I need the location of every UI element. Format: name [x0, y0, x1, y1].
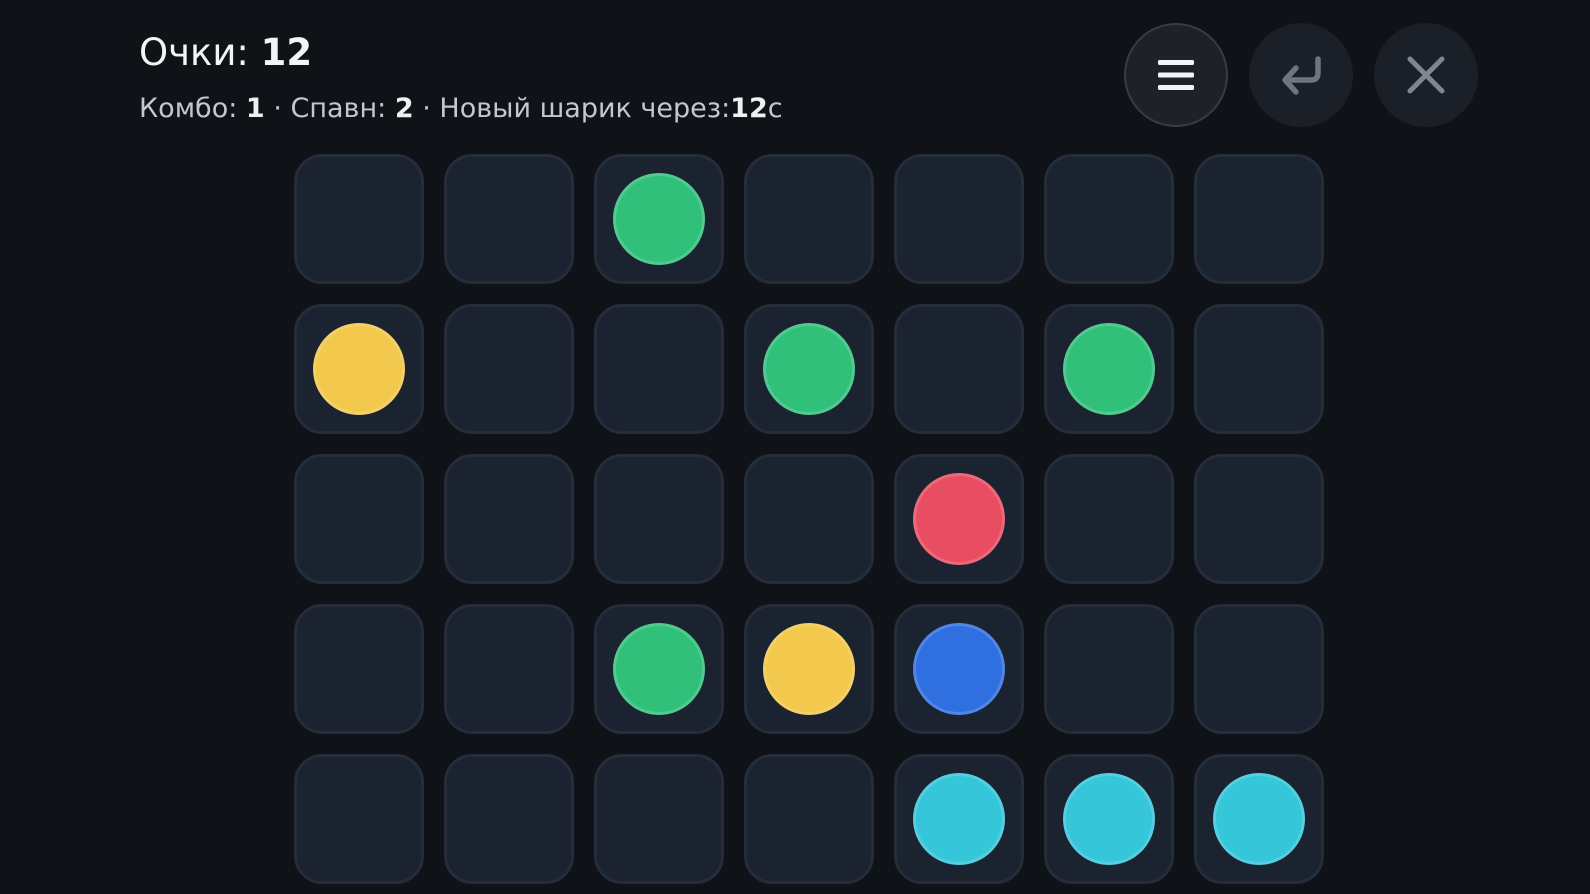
board-cell-r1-c1[interactable]: [294, 154, 424, 284]
board-cell-r1-c3[interactable]: [594, 154, 724, 284]
board-cell-r5-c5[interactable]: [894, 754, 1024, 884]
green-ball[interactable]: [763, 323, 855, 415]
board-cell-r3-c7[interactable]: [1194, 454, 1324, 584]
undo-return-icon: [1282, 56, 1321, 95]
combo-value: 1: [245, 93, 265, 124]
board-cell-r3-c2[interactable]: [444, 454, 574, 584]
board-cell-r3-c6[interactable]: [1044, 454, 1174, 584]
green-ball[interactable]: [613, 173, 705, 265]
next-ball-label: Новый шарик через:: [439, 93, 731, 124]
board-cell-r5-c3[interactable]: [594, 754, 724, 884]
board-cell-r3-c5[interactable]: [894, 454, 1024, 584]
board-cell-r4-c6[interactable]: [1044, 604, 1174, 734]
board-cell-r1-c7[interactable]: [1194, 154, 1324, 284]
board-cell-r4-c7[interactable]: [1194, 604, 1324, 734]
board-cell-r4-c3[interactable]: [594, 604, 724, 734]
board-cell-r1-c4[interactable]: [744, 154, 874, 284]
yellow-ball[interactable]: [763, 623, 855, 715]
spawn-value: 2: [394, 93, 414, 124]
board-cell-r2-c6[interactable]: [1044, 304, 1174, 434]
undo-button[interactable]: [1249, 23, 1353, 127]
stats-separator: ·: [273, 93, 282, 124]
hamburger-menu-icon: [1158, 60, 1194, 90]
game-stats: Комбо: 1 · Спавн: 2 · Новый шарик через:…: [139, 90, 783, 128]
score-label: Очки:: [139, 31, 249, 74]
board-cell-r4-c5[interactable]: [894, 604, 1024, 734]
board-cell-r4-c2[interactable]: [444, 604, 574, 734]
close-x-icon: [1407, 56, 1445, 94]
board-cell-r1-c6[interactable]: [1044, 154, 1174, 284]
green-ball[interactable]: [613, 623, 705, 715]
cyan-ball[interactable]: [1213, 773, 1305, 865]
green-ball[interactable]: [1063, 323, 1155, 415]
board-cell-r2-c3[interactable]: [594, 304, 724, 434]
menu-button[interactable]: [1124, 23, 1228, 127]
board-cell-r5-c7[interactable]: [1194, 754, 1324, 884]
stats-separator: ·: [422, 93, 431, 124]
game-screen: Очки: 12 Комбо: 1 · Спавн: 2 · Новый шар…: [0, 0, 1590, 894]
board-cell-r3-c4[interactable]: [744, 454, 874, 584]
board-cell-r1-c5[interactable]: [894, 154, 1024, 284]
cyan-ball[interactable]: [913, 773, 1005, 865]
combo-label: Комбо:: [139, 93, 238, 124]
board-cell-r5-c4[interactable]: [744, 754, 874, 884]
board-cell-r2-c2[interactable]: [444, 304, 574, 434]
board-cell-r5-c6[interactable]: [1044, 754, 1174, 884]
game-board: [294, 154, 1324, 884]
close-button[interactable]: [1374, 23, 1478, 127]
next-ball-timer-unit: с: [767, 93, 783, 124]
next-ball-timer-value: 12: [730, 93, 768, 124]
board-cell-r2-c7[interactable]: [1194, 304, 1324, 434]
score-display: Очки: 12: [139, 28, 312, 78]
board-cell-r1-c2[interactable]: [444, 154, 574, 284]
score-value: 12: [260, 31, 313, 74]
yellow-ball[interactable]: [313, 323, 405, 415]
red-ball[interactable]: [913, 473, 1005, 565]
board-cell-r5-c1[interactable]: [294, 754, 424, 884]
board-cell-r2-c5[interactable]: [894, 304, 1024, 434]
board-cell-r5-c2[interactable]: [444, 754, 574, 884]
board-cell-r2-c4[interactable]: [744, 304, 874, 434]
blue-ball[interactable]: [913, 623, 1005, 715]
board-cell-r4-c4[interactable]: [744, 604, 874, 734]
cyan-ball[interactable]: [1063, 773, 1155, 865]
board-cell-r3-c3[interactable]: [594, 454, 724, 584]
board-cell-r4-c1[interactable]: [294, 604, 424, 734]
board-cell-r2-c1[interactable]: [294, 304, 424, 434]
spawn-label: Спавн:: [290, 93, 387, 124]
board-cell-r3-c1[interactable]: [294, 454, 424, 584]
